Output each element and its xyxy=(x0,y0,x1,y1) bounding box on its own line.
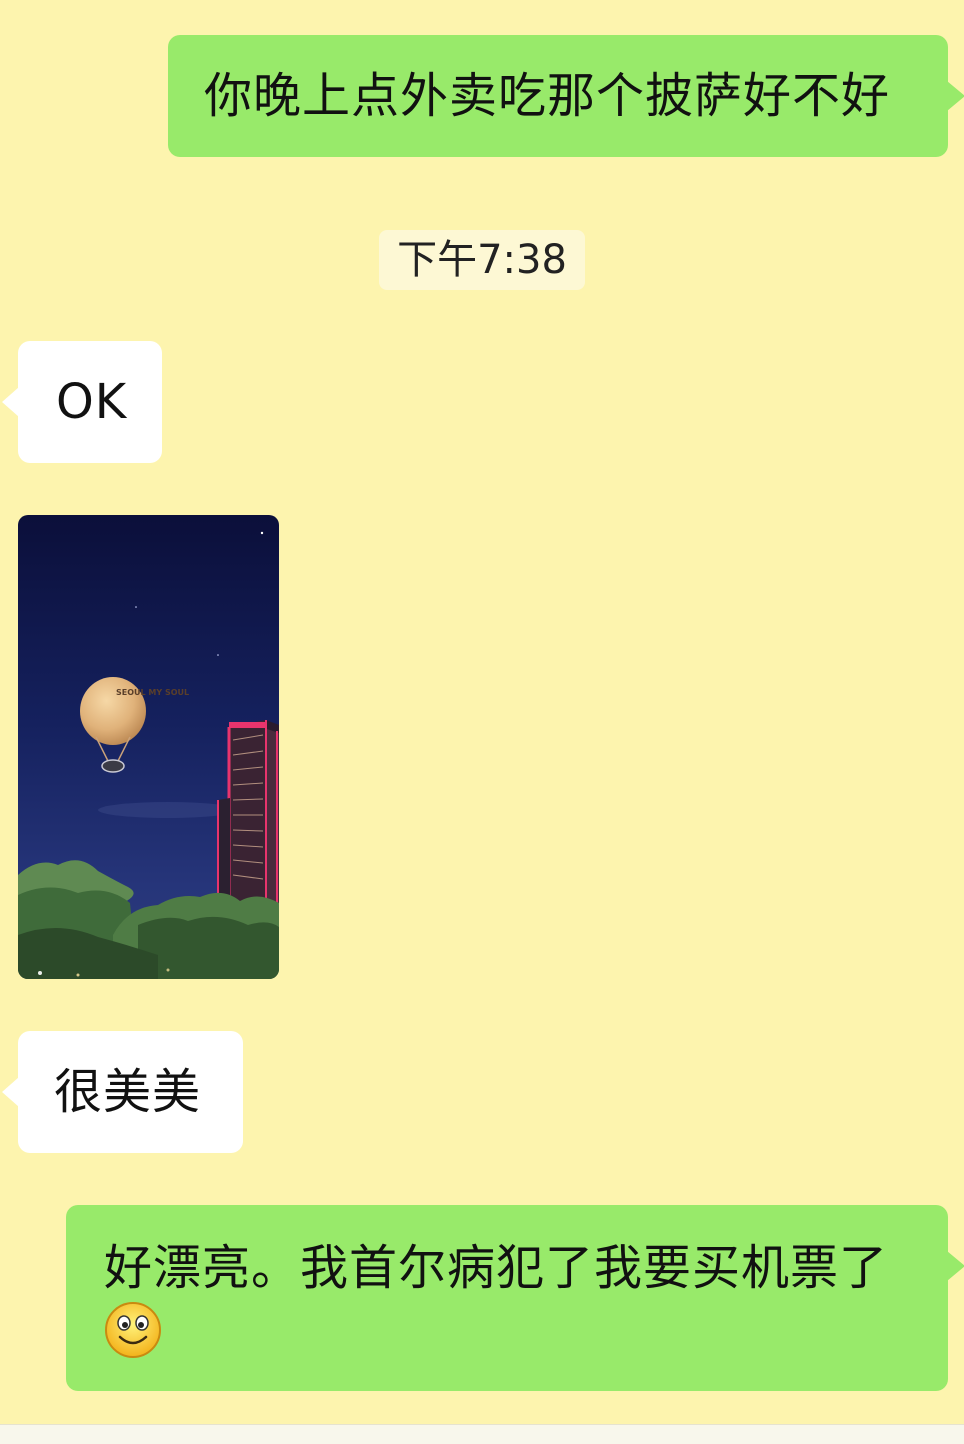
photo-message[interactable]: SEOUL MY SOUL xyxy=(18,515,279,979)
incoming-message-bubble[interactable]: 很美美 xyxy=(2,1031,243,1153)
message-text: 你晚上点外卖吃那个披萨好不好 xyxy=(204,68,891,124)
message-timestamp: 下午7:38 xyxy=(379,230,585,290)
outgoing-message-bubble[interactable]: 你晚上点外卖吃那个披萨好不好 xyxy=(168,35,964,157)
message-text: 很美美 xyxy=(54,1064,202,1120)
outgoing-message-bubble[interactable]: 好漂亮。我首尔病犯了我要买机票了 xyxy=(66,1205,964,1391)
input-bar-edge xyxy=(0,1424,964,1444)
chat-message-list[interactable]: 你晚上点外卖吃那个披萨好不好 下午7:38 OK SEOUL MY SOUL 很… xyxy=(0,0,964,1424)
balloon-text: SEOUL MY SOUL xyxy=(116,688,189,697)
message-text: OK xyxy=(56,374,128,430)
message-text: 好漂亮。我首尔病犯了我要买机票了 xyxy=(104,1240,889,1296)
incoming-message-bubble[interactable]: OK xyxy=(2,341,162,463)
smile-emoji-icon xyxy=(105,1302,161,1358)
hot-air-balloon-night-photo: SEOUL MY SOUL xyxy=(18,515,279,979)
